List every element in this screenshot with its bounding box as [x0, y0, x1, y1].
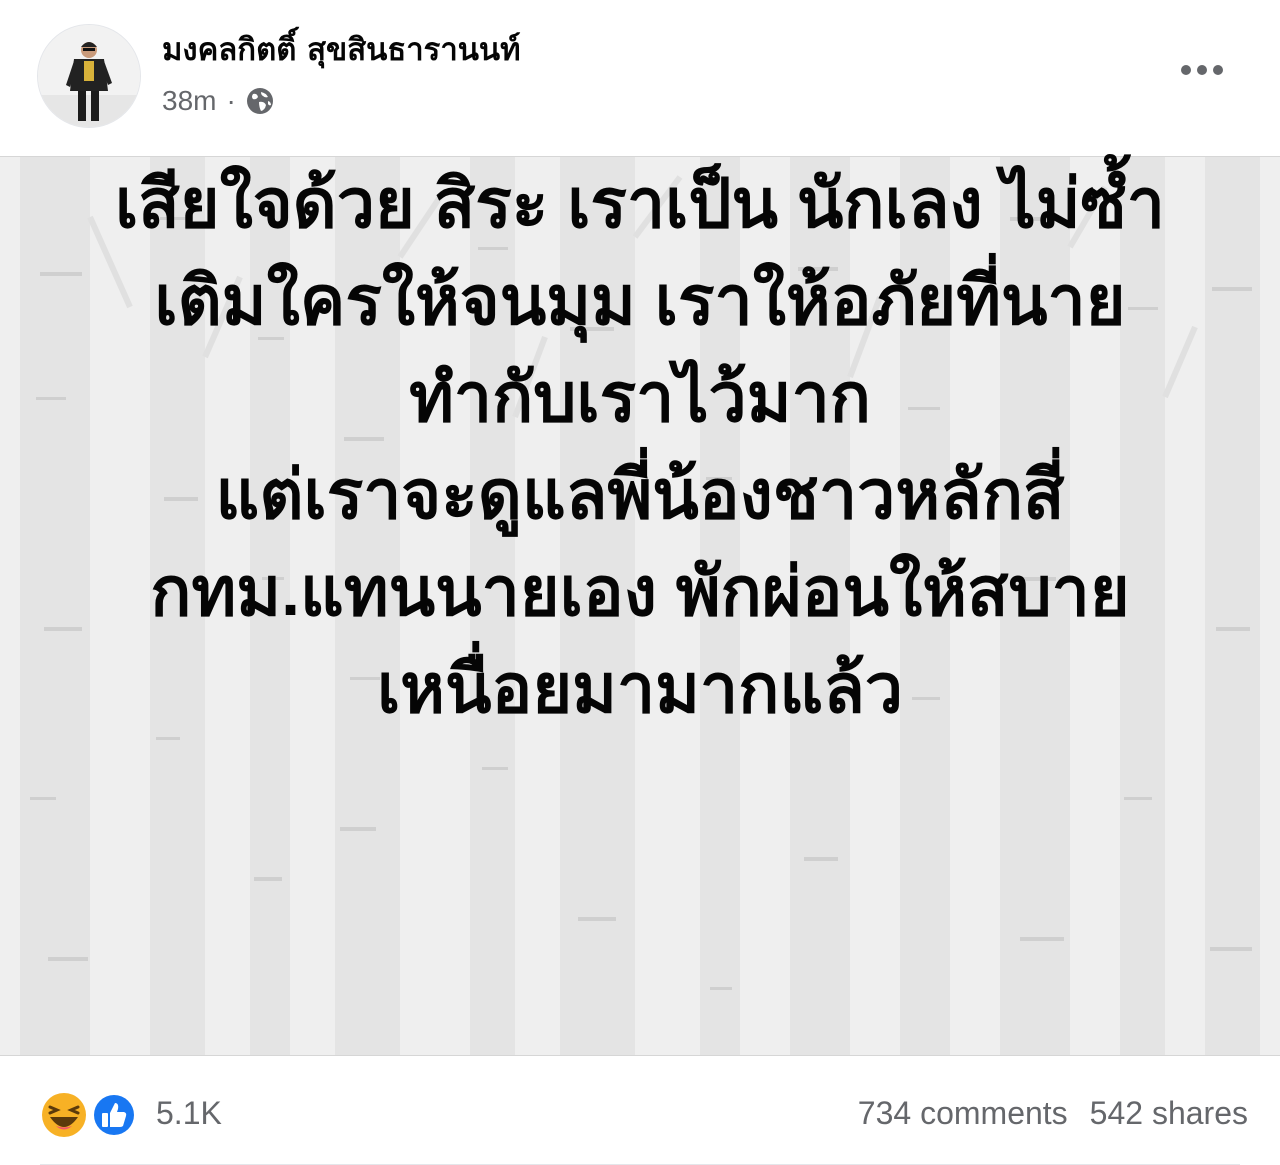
reactions-summary[interactable]: 5.1K — [40, 1089, 222, 1137]
avatar-photo — [38, 25, 140, 127]
more-horizontal-icon — [1181, 65, 1223, 75]
facebook-post: มงคลกิตติ์ สุขสินธารานนท์ 38m · เสียใจด้… — [0, 0, 1280, 1165]
post-header: มงคลกิตติ์ สุขสินธารานนท์ 38m · — [0, 0, 1280, 156]
like-reaction-icon — [92, 1093, 136, 1137]
post-timestamp[interactable]: 38m — [162, 85, 216, 117]
shares-count[interactable]: 542 shares — [1090, 1095, 1248, 1132]
globe-icon[interactable] — [244, 85, 276, 117]
post-meta: 38m · — [162, 82, 276, 120]
status-text: เสียใจด้วย สิระ เราเป็น นักเลง ไม่ซ้ำ เต… — [40, 156, 1240, 738]
meta-separator: · — [226, 85, 236, 116]
post-footer: 5.1K 734 comments 542 shares — [0, 1055, 1280, 1165]
author-name[interactable]: มงคลกิตติ์ สุขสินธารานนท์ — [162, 30, 521, 70]
status-line: กทม.แทนนายเอง พักผ่อนให้สบาย — [150, 554, 1130, 630]
status-line: เติมใครให้จนมุม เราให้อภัยที่นาย — [154, 263, 1126, 339]
comments-count[interactable]: 734 comments — [858, 1095, 1068, 1132]
status-line: เหนื่อยมามากแล้ว — [376, 651, 904, 727]
status-line: ทำกับเราไว้มาก — [409, 360, 871, 436]
engagement-stats: 734 comments 542 shares — [858, 1089, 1248, 1137]
reaction-count[interactable]: 5.1K — [156, 1095, 222, 1132]
reaction-icons — [40, 1089, 140, 1137]
haha-reaction-icon — [42, 1093, 86, 1137]
author-avatar[interactable] — [37, 24, 141, 128]
more-options-button[interactable] — [1170, 50, 1234, 90]
status-line: เสียใจด้วย สิระ เราเป็น นักเลง ไม่ซ้ำ — [115, 166, 1165, 242]
status-line: แต่เราจะดูแลพี่น้องชาวหลักสี่ — [215, 457, 1065, 533]
